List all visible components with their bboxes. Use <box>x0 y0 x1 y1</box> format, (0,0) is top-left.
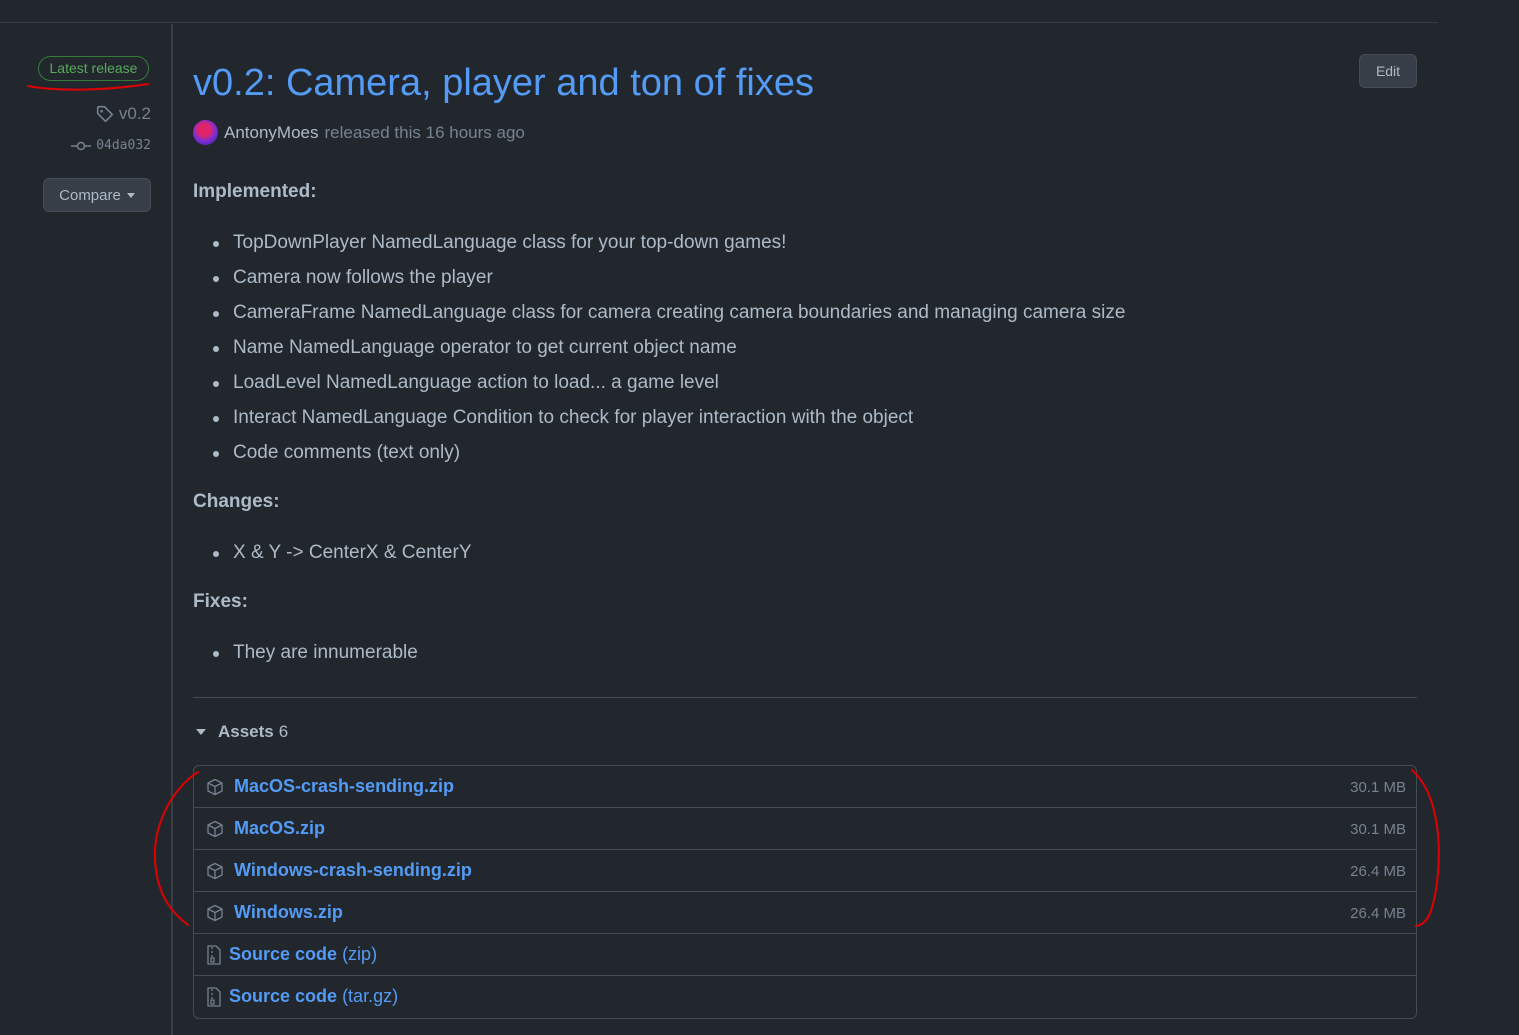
fixes-heading: Fixes: <box>193 591 248 612</box>
list-item: They are innumerable <box>193 641 418 676</box>
commit-link[interactable]: 04da032 <box>71 138 151 153</box>
timeline-divider <box>171 24 173 1035</box>
source-format: (zip) <box>342 944 378 964</box>
compare-button[interactable]: Compare <box>43 178 151 212</box>
file-zip-icon <box>207 987 221 1007</box>
assets-divider <box>193 697 1417 698</box>
source-label: Source code <box>229 944 338 964</box>
asset-row: MacOS-crash-sending.zip 30.1 MB <box>194 766 1416 808</box>
source-row: Source code (tar.gz) <box>194 976 1416 1018</box>
asset-row: MacOS.zip 30.1 MB <box>194 808 1416 850</box>
fixes-list: They are innumerable <box>193 641 418 676</box>
asset-row: Windows.zip 26.4 MB <box>194 892 1416 934</box>
commit-sha: 04da032 <box>96 138 151 153</box>
implemented-heading: Implemented: <box>193 181 317 202</box>
source-label: Source code <box>229 986 338 1006</box>
assets-label: Assets <box>218 722 274 741</box>
asset-link[interactable]: Windows-crash-sending.zip <box>234 860 472 881</box>
assets-list: MacOS-crash-sending.zip 30.1 MB MacOS.zi… <box>193 765 1417 1019</box>
asset-size: 30.1 MB <box>1350 821 1406 838</box>
list-item: CameraFrame NamedLanguage class for came… <box>193 301 1125 336</box>
source-code-zip-link[interactable]: Source code (zip) <box>229 944 377 965</box>
source-format: (tar.gz) <box>342 986 399 1006</box>
package-icon <box>207 904 223 922</box>
package-icon <box>207 820 223 838</box>
package-icon <box>207 778 223 796</box>
file-zip-icon <box>207 945 221 965</box>
assets-count: 6 <box>278 722 289 741</box>
asset-size: 26.4 MB <box>1350 863 1406 880</box>
source-code-targz-link[interactable]: Source code (tar.gz) <box>229 986 398 1007</box>
list-item: Interact NamedLanguage Condition to chec… <box>193 406 1125 441</box>
edit-button[interactable]: Edit <box>1359 54 1417 88</box>
asset-link[interactable]: Windows.zip <box>234 902 343 923</box>
commit-icon <box>71 141 92 150</box>
changes-heading: Changes: <box>193 491 280 512</box>
author-link[interactable]: AntonyMoes <box>224 123 319 143</box>
page-gutter <box>1438 0 1519 1035</box>
asset-row: Windows-crash-sending.zip 26.4 MB <box>194 850 1416 892</box>
package-icon <box>207 862 223 880</box>
tag-name: v0.2 <box>118 104 151 123</box>
released-text: released this 16 hours ago <box>324 122 525 142</box>
release-title[interactable]: v0.2: Camera, player and ton of fixes <box>193 62 814 105</box>
release-byline: AntonyMoes released this 16 hours ago <box>193 120 525 145</box>
asset-size: 30.1 MB <box>1350 779 1406 796</box>
avatar[interactable] <box>193 120 218 145</box>
tag-icon <box>96 105 113 123</box>
list-item: Name NamedLanguage operator to get curre… <box>193 336 1125 371</box>
asset-link[interactable]: MacOS-crash-sending.zip <box>234 776 454 797</box>
source-row: Source code (zip) <box>194 934 1416 976</box>
asset-link[interactable]: MacOS.zip <box>234 818 325 839</box>
left-bracket-annotation <box>153 771 199 926</box>
badge-underline-annotation <box>27 83 149 91</box>
caret-down-icon <box>126 192 135 198</box>
compare-label: Compare <box>59 186 121 204</box>
triangle-down-icon <box>196 729 206 735</box>
list-item: TopDownPlayer NamedLanguage class for yo… <box>193 231 1125 266</box>
list-item: Code comments (text only) <box>193 441 1125 476</box>
list-item: LoadLevel NamedLanguage action to load..… <box>193 371 1125 406</box>
assets-toggle[interactable]: Assets 6 <box>196 722 288 742</box>
changes-list: X & Y -> CenterX & CenterY <box>193 541 472 576</box>
header-divider <box>0 22 1438 23</box>
implemented-list: TopDownPlayer NamedLanguage class for yo… <box>193 231 1125 476</box>
tag-link[interactable]: v0.2 <box>96 104 151 124</box>
list-item: X & Y -> CenterX & CenterY <box>193 541 472 576</box>
asset-size: 26.4 MB <box>1350 905 1406 922</box>
list-item: Camera now follows the player <box>193 266 1125 301</box>
latest-release-badge: Latest release <box>38 56 149 81</box>
